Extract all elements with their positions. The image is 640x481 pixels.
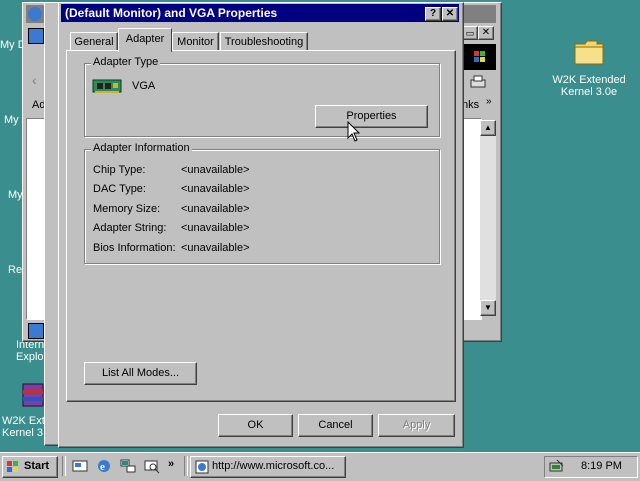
ie-page-icon — [195, 460, 209, 474]
adapter-name: VGA — [132, 80, 156, 92]
folder-label-line1: W2K Extended — [552, 74, 626, 86]
quicklaunch-separator — [62, 456, 66, 476]
display-adapter-icon — [92, 77, 124, 95]
dac-type-label: DAC Type: — [93, 183, 146, 195]
adapter-type-legend: Adapter Type — [91, 56, 161, 68]
scroll-down-button[interactable]: ▼ — [480, 300, 496, 316]
desktop-label-my-network[interactable]: My — [8, 189, 23, 201]
tab-troubleshooting[interactable]: Troubleshooting — [220, 32, 308, 52]
search-icon[interactable] — [144, 458, 160, 474]
list-all-modes-button[interactable]: List All Modes... — [84, 362, 197, 385]
scroll-up-button[interactable]: ▲ — [480, 120, 496, 136]
dialog-titlebar[interactable]: (Default Monitor) and VGA Properties ? ✕ — [61, 4, 459, 22]
background-throbber — [462, 44, 496, 70]
folder-label-line2: Kernel 3.0e — [560, 86, 618, 98]
start-label: Start — [24, 460, 50, 472]
archive-icon — [22, 383, 44, 407]
tab-adapter[interactable]: Adapter — [118, 28, 172, 52]
desktop-label-my-computer[interactable]: My — [4, 114, 19, 126]
winrar-icon[interactable] — [20, 382, 46, 408]
desktop-label-w2k-1[interactable]: W2K Ext — [2, 415, 45, 427]
background-vscrollbar[interactable]: ▲ ▼ — [480, 120, 496, 316]
ok-button[interactable]: OK — [218, 414, 293, 437]
ie-small-icon — [28, 7, 42, 21]
taskbar-browser-button[interactable]: http://www.microsoft.co... — [190, 456, 346, 478]
taskbar-browser-label: http://www.microsoft.co... — [212, 460, 335, 472]
help-button[interactable]: ? — [425, 7, 441, 21]
memory-size-value: <unavailable> — [181, 203, 250, 215]
desktop-folder-label: W2K Extended Kernel 3.0e — [546, 74, 632, 98]
network-icon[interactable] — [120, 458, 136, 474]
print-icon[interactable] — [468, 74, 488, 90]
chip-type-value: <unavailable> — [181, 164, 250, 176]
folder-icon — [574, 40, 604, 65]
apply-button[interactable]: Apply — [378, 414, 455, 437]
desktop-label-internet-2[interactable]: Explo — [16, 351, 44, 363]
dialog-title: (Default Monitor) and VGA Properties — [65, 6, 278, 20]
start-button[interactable]: Start — [2, 456, 58, 478]
tab-monitor[interactable]: Monitor — [172, 32, 219, 52]
background-back-icon[interactable]: ‹ — [32, 72, 37, 88]
dac-type-value: <unavailable> — [181, 183, 250, 195]
adapter-information-legend: Adapter Information — [91, 142, 192, 154]
chip-type-label: Chip Type: — [93, 164, 146, 176]
links-chevron-icon[interactable]: » — [486, 96, 492, 107]
taskbar-separator — [184, 456, 188, 476]
tab-general[interactable]: General — [70, 32, 118, 52]
clock[interactable]: 8:19 PM — [581, 460, 622, 472]
desktop-label-w2k-2[interactable]: Kernel 3. — [2, 427, 46, 439]
background-close-button[interactable]: ✕ — [478, 26, 494, 40]
memory-size-label: Memory Size: — [93, 203, 161, 215]
mouse-cursor-icon — [347, 120, 361, 143]
background-left-toolbar-icon[interactable] — [28, 28, 44, 44]
background-restore-button[interactable]: ▭ — [462, 26, 478, 40]
background-status-ie-icon — [28, 323, 44, 339]
internet-explorer-icon[interactable]: e — [96, 458, 112, 474]
windows-flag-icon — [6, 460, 20, 474]
adapter-information-group: Adapter Information Chip Type: <unavaila… — [84, 142, 440, 264]
desktop-folder-icon[interactable] — [573, 38, 605, 66]
desktop-label-recycle-bin[interactable]: Re — [8, 264, 22, 276]
quicklaunch-chevron-icon[interactable]: » — [168, 458, 174, 470]
adapter-string-label: Adapter String: — [93, 222, 167, 234]
system-tray: 8:19 PM — [544, 456, 638, 478]
windows-logo-icon — [474, 51, 485, 62]
cancel-button[interactable]: Cancel — [298, 414, 373, 437]
tray-icon[interactable] — [549, 459, 565, 475]
bios-information-value: <unavailable> — [181, 242, 250, 254]
close-button[interactable]: ✕ — [442, 7, 458, 21]
properties-button[interactable]: Properties — [315, 105, 428, 128]
links-label[interactable]: nks — [462, 99, 479, 111]
show-desktop-icon[interactable] — [72, 458, 88, 474]
adapter-string-value: <unavailable> — [181, 222, 250, 234]
svg-text:e: e — [100, 461, 105, 473]
bios-information-label: Bios Information: — [93, 242, 176, 254]
